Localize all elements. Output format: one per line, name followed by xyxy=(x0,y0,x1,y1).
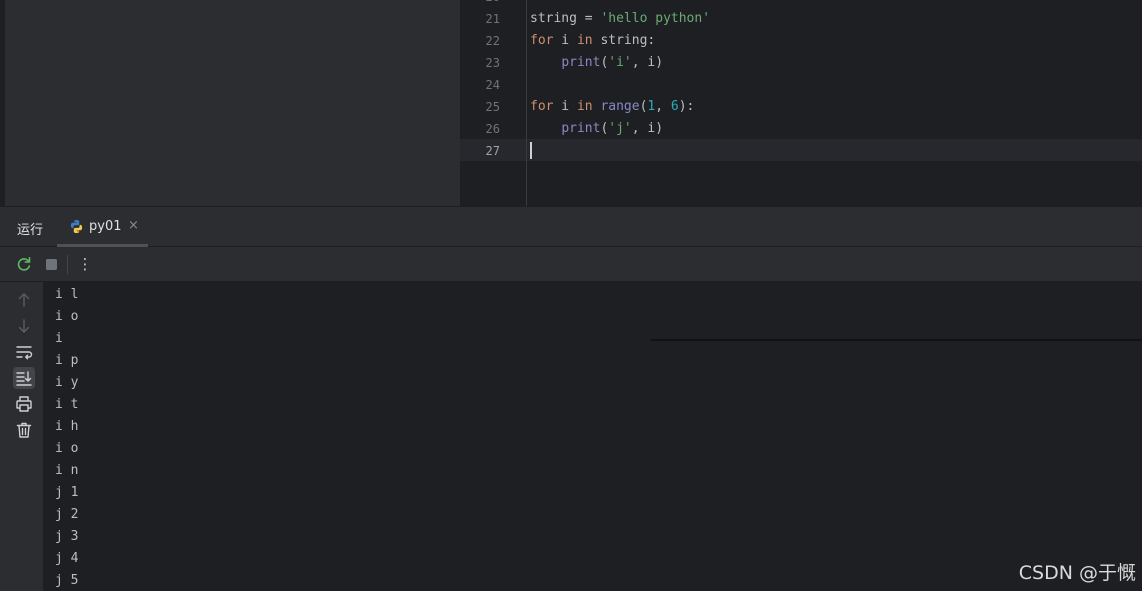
console-line: j 4 xyxy=(55,551,79,566)
console-line: i o xyxy=(55,309,79,324)
console-line: i h xyxy=(55,419,79,434)
code-token: print xyxy=(561,121,601,136)
python-icon xyxy=(70,219,83,234)
code-token: in xyxy=(576,99,593,114)
watermark: CSDN @于慨 xyxy=(1018,562,1136,584)
code-line: print('j', i) xyxy=(530,118,663,140)
print-icon[interactable] xyxy=(13,393,35,415)
code-token: range xyxy=(600,99,640,114)
code-line: print('i', i) xyxy=(530,52,663,74)
line-number-partial: 20 xyxy=(460,0,500,8)
ide-window: 20 21 22 23 24 25 26 27 # -- -- string = 'hell… xyxy=(0,0,1142,591)
close-icon[interactable]: × xyxy=(128,218,139,233)
code-editor[interactable]: 20 21 22 23 24 25 26 27 # -- -- string = 'hell… xyxy=(460,0,1142,206)
line-number: 26 xyxy=(485,122,500,136)
run-tool-window-header: 运行 py01 × xyxy=(0,206,1142,247)
console-line: i p xyxy=(55,353,79,368)
tab-py01[interactable]: py01 × xyxy=(57,207,148,247)
stop-icon[interactable] xyxy=(42,255,60,273)
code-line-partial: # -- -- xyxy=(530,0,593,8)
arrow-down-icon[interactable] xyxy=(13,315,35,337)
line-number-gutter[interactable]: 20 21 22 23 24 25 26 27 xyxy=(460,0,527,206)
code-token: , xyxy=(655,99,671,114)
code-line: for i in range(1, 6): xyxy=(530,96,694,118)
rerun-icon[interactable] xyxy=(15,255,33,273)
run-toolbar: ⋮ xyxy=(0,247,1142,282)
tab-label: py01 xyxy=(89,219,122,234)
console-side-toolbar xyxy=(0,282,43,591)
project-panel xyxy=(0,0,460,206)
line-number: 23 xyxy=(485,56,500,70)
code-token: string: xyxy=(592,33,656,48)
console-line: i t xyxy=(55,397,79,412)
console-line: i n xyxy=(55,463,79,478)
console-line: i y xyxy=(55,375,79,390)
code-token: string = xyxy=(530,11,601,26)
console-line: j 5 xyxy=(55,573,79,588)
arrow-up-icon[interactable] xyxy=(13,289,35,311)
code-token: in xyxy=(576,33,593,48)
console-line: i xyxy=(55,331,63,346)
console-line: j 1 xyxy=(55,485,79,500)
line-number: 27 xyxy=(485,144,500,158)
run-tool-window-title: 运行 xyxy=(17,223,44,238)
trash-icon[interactable] xyxy=(13,419,35,441)
code-line: string = 'hello python' xyxy=(530,8,710,30)
code-token: for xyxy=(530,99,554,114)
line-number: 22 xyxy=(485,34,500,48)
toolbar-separator xyxy=(67,255,68,274)
console-divider xyxy=(651,339,1142,341)
code-token: 6 xyxy=(670,99,679,114)
console-line: j 3 xyxy=(55,529,79,544)
line-number: 21 xyxy=(485,12,500,26)
code-token: , i) xyxy=(631,121,664,136)
code-line: for i in string: xyxy=(530,30,655,52)
code-token: , i) xyxy=(631,55,664,70)
console-line: i l xyxy=(55,287,79,302)
current-line-highlight xyxy=(460,139,1142,161)
code-token: 'j' xyxy=(608,121,632,136)
code-token: for xyxy=(530,33,554,48)
console-line: i o xyxy=(55,441,79,456)
console-output[interactable]: i l i o i i p i y i t i h i o i n j 1 j 2 j 3 j 4 j 5 xyxy=(43,282,1142,591)
code-token: i xyxy=(553,99,577,114)
code-token: i xyxy=(553,33,577,48)
text-caret xyxy=(530,142,532,159)
code-token: ): xyxy=(678,99,695,114)
more-options-icon[interactable]: ⋮ xyxy=(76,253,94,273)
code-token: 'hello python' xyxy=(600,11,711,26)
code-token: print xyxy=(561,55,601,70)
line-number: 25 xyxy=(485,100,500,114)
code-token: 'i' xyxy=(608,55,632,70)
console-line: j 2 xyxy=(55,507,79,522)
soft-wrap-icon[interactable] xyxy=(13,341,35,363)
line-number: 24 xyxy=(485,78,500,92)
scroll-to-end-icon[interactable] xyxy=(13,367,35,389)
